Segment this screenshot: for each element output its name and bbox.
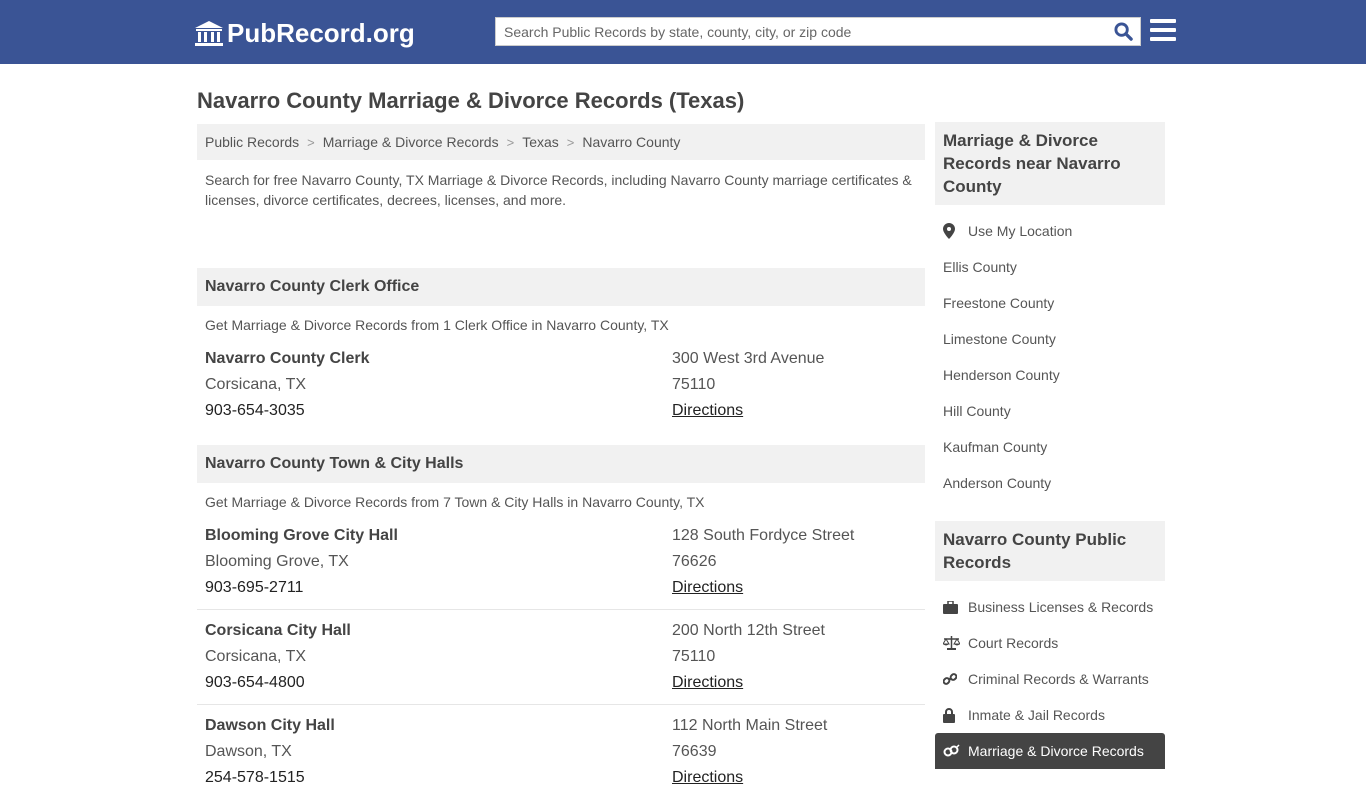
public-record-link-active[interactable]: Marriage & Divorce Records <box>935 733 1165 769</box>
section-heading: Navarro County Clerk Office <box>197 268 925 306</box>
public-record-label: Inmate & Jail Records <box>968 707 1105 723</box>
office-name: Navarro County Clerk <box>205 350 370 367</box>
nearby-county-link[interactable]: Henderson County <box>935 357 1165 393</box>
link-icon <box>943 673 957 685</box>
courthouse-icon <box>195 20 223 46</box>
breadcrumb: Public Records > Marriage & Divorce Recor… <box>197 124 925 160</box>
public-record-label: Business Licenses & Records <box>968 599 1154 615</box>
office-city: Blooming Grove, TX <box>205 553 349 570</box>
breadcrumb-item[interactable]: Public Records <box>205 134 299 150</box>
office-zip: 76639 <box>672 743 717 760</box>
lock-icon <box>943 707 955 723</box>
office-phone[interactable]: 254-578-1515 <box>205 765 672 791</box>
public-record-link[interactable]: Court Records <box>935 625 1165 661</box>
public-record-link[interactable]: Criminal Records & Warrants <box>935 661 1165 697</box>
nearby-county-link[interactable]: Anderson County <box>935 465 1165 501</box>
map-pin-icon <box>943 223 955 239</box>
office-zip: 75110 <box>672 648 716 665</box>
rings-icon <box>943 744 960 757</box>
site-logo[interactable]: PubRecord.org <box>195 18 415 49</box>
office-phone[interactable]: 903-654-4800 <box>205 670 672 696</box>
breadcrumb-item[interactable]: Navarro County <box>582 134 680 150</box>
nearby-list: Use My Location Ellis County Freestone C… <box>935 205 1165 501</box>
logo-text: PubRecord.org <box>227 18 415 48</box>
directions-link[interactable]: Directions <box>672 579 743 596</box>
public-record-link[interactable]: Business Licenses & Records <box>935 589 1165 625</box>
office-address: 300 West 3rd Avenue <box>672 350 825 367</box>
breadcrumb-separator: > <box>506 134 515 150</box>
office-entry: Blooming Grove City Hall Blooming Grove,… <box>197 523 925 601</box>
breadcrumb-separator: > <box>566 134 575 150</box>
directions-link[interactable]: Directions <box>672 769 743 786</box>
breadcrumb-item[interactable]: Marriage & Divorce Records <box>323 134 499 150</box>
section-subtitle: Get Marriage & Divorce Records from 7 To… <box>205 494 705 510</box>
directions-link[interactable]: Directions <box>672 674 743 691</box>
nearby-county-link[interactable]: Hill County <box>935 393 1165 429</box>
office-address: 128 South Fordyce Street <box>672 527 855 544</box>
divider <box>197 704 925 705</box>
divider <box>197 609 925 610</box>
main-content: Public Records > Marriage & Divorce Recor… <box>197 124 925 791</box>
office-entry: Navarro County Clerk Corsicana, TX 903-6… <box>197 346 925 424</box>
office-entry: Corsicana City Hall Corsicana, TX 903-65… <box>197 618 925 696</box>
scales-icon <box>943 636 960 650</box>
public-record-link[interactable]: Inmate & Jail Records <box>935 697 1165 733</box>
public-record-label: Criminal Records & Warrants <box>968 671 1149 687</box>
office-name: Dawson City Hall <box>205 717 335 734</box>
page-title: Navarro County Marriage & Divorce Record… <box>197 88 745 113</box>
office-phone[interactable]: 903-654-3035 <box>205 398 672 424</box>
office-zip: 76626 <box>672 553 717 570</box>
office-zip: 75110 <box>672 376 716 393</box>
office-name: Blooming Grove City Hall <box>205 527 398 544</box>
search-bar <box>495 17 1141 46</box>
office-address: 112 North Main Street <box>672 717 828 734</box>
search-input[interactable] <box>496 18 1106 45</box>
search-button[interactable] <box>1106 18 1140 45</box>
office-entry: Dawson City Hall Dawson, TX 254-578-1515… <box>197 713 925 791</box>
public-records-list: Business Licenses & Records Court Record… <box>935 581 1165 769</box>
office-city: Corsicana, TX <box>205 376 307 393</box>
office-name: Corsicana City Hall <box>205 622 351 639</box>
section-subtitle: Get Marriage & Divorce Records from 1 Cl… <box>205 317 669 333</box>
directions-link[interactable]: Directions <box>672 402 743 419</box>
nearby-county-link[interactable]: Limestone County <box>935 321 1165 357</box>
use-location-link[interactable]: Use My Location <box>935 213 1165 249</box>
office-city: Corsicana, TX <box>205 648 307 665</box>
sidebar: Marriage & Divorce Records near Navarro … <box>935 122 1165 769</box>
nearby-county-link[interactable]: Ellis County <box>935 249 1165 285</box>
breadcrumb-separator: > <box>307 134 315 150</box>
use-location-label: Use My Location <box>968 223 1073 239</box>
nearby-heading: Marriage & Divorce Records near Navarro … <box>935 122 1165 205</box>
hamburger-menu-icon[interactable] <box>1150 19 1176 43</box>
office-city: Dawson, TX <box>205 743 292 760</box>
public-records-heading: Navarro County Public Records <box>935 521 1165 581</box>
breadcrumb-item[interactable]: Texas <box>522 134 559 150</box>
search-icon <box>1113 22 1133 41</box>
section-heading: Navarro County Town & City Halls <box>197 445 925 483</box>
office-address: 200 North 12th Street <box>672 622 825 639</box>
briefcase-icon <box>943 600 958 614</box>
site-header: PubRecord.org <box>0 0 1366 64</box>
intro-text: Search for free Navarro County, TX Marri… <box>205 172 912 208</box>
public-record-label: Marriage & Divorce Records <box>968 743 1144 759</box>
nearby-county-link[interactable]: Freestone County <box>935 285 1165 321</box>
nearby-county-link[interactable]: Kaufman County <box>935 429 1165 465</box>
public-record-label: Court Records <box>968 635 1059 651</box>
office-phone[interactable]: 903-695-2711 <box>205 575 672 601</box>
